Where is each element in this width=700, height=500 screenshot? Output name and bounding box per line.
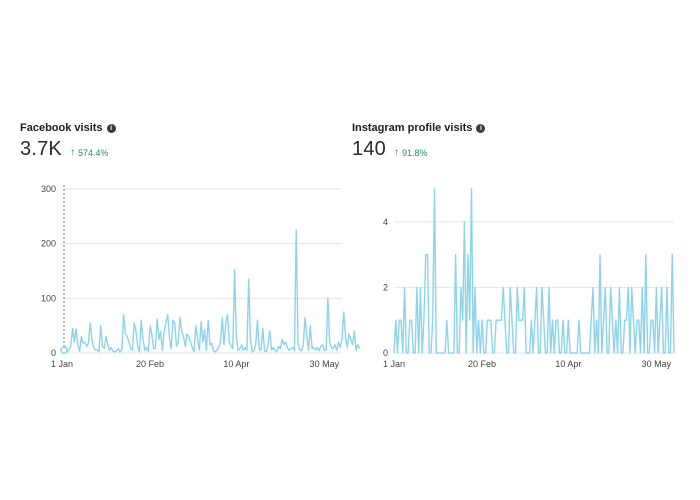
panel-title-row: Instagram profile visits i [352,120,682,136]
x-tick-label: 20 Feb [468,359,496,369]
panel-title: Instagram profile visits [352,122,473,134]
y-tick-label: 2 [383,282,388,292]
info-icon[interactable]: i [476,123,486,133]
hover-point [60,346,68,355]
metric-row: 140 ↑ 91.8% [352,138,682,161]
x-tick-label: 20 Feb [136,359,164,369]
x-tick-label: 10 Apr [555,359,581,369]
y-tick-label: 200 [41,239,56,249]
change-value: 91.8% [401,147,428,158]
arrow-up-icon: ↑ [69,147,75,158]
y-tick-label: 4 [383,217,388,227]
change-badge: ↑ 91.8% [394,147,428,158]
panel-title-row: Facebook visits i [20,120,350,136]
panel-title: Facebook visits [20,122,103,134]
x-tick-label: 30 May [310,359,340,369]
x-tick-label: 30 May [642,359,672,369]
x-tick-label: 1 Jan [383,359,405,369]
instagram-profile-visits-chart[interactable]: 0 2 4 1 Jan 20 Feb 10 Apr 30 May [352,175,682,375]
arrow-up-icon: ↑ [393,147,399,158]
metric-row: 3.7K ↑ 574.4% [20,138,350,161]
y-tick-label: 300 [41,184,56,194]
y-tick-label: 100 [41,293,56,303]
facebook-visits-chart[interactable]: 0 100 200 300 1 Jan 20 Feb 10 Apr 30 May [20,175,361,375]
change-badge: ↑ 574.4% [70,147,109,158]
x-tick-label: 1 Jan [51,359,73,369]
facebook-visits-panel: Facebook visits i 3.7K ↑ 574.4% 0 100 200 3… [20,120,361,380]
metric-value: 3.7K [20,138,62,160]
change-value: 574.4% [77,147,109,158]
series-line [393,188,675,354]
y-tick-label: 0 [383,348,388,358]
info-icon[interactable]: i [106,123,116,133]
x-tick-label: 10 Apr [223,359,249,369]
metric-value: 140 [352,138,386,160]
y-tick-label: 0 [51,348,56,358]
instagram-profile-visits-panel: Instagram profile visits i 140 ↑ 91.8% 0… [352,120,682,380]
series-line [61,229,361,353]
